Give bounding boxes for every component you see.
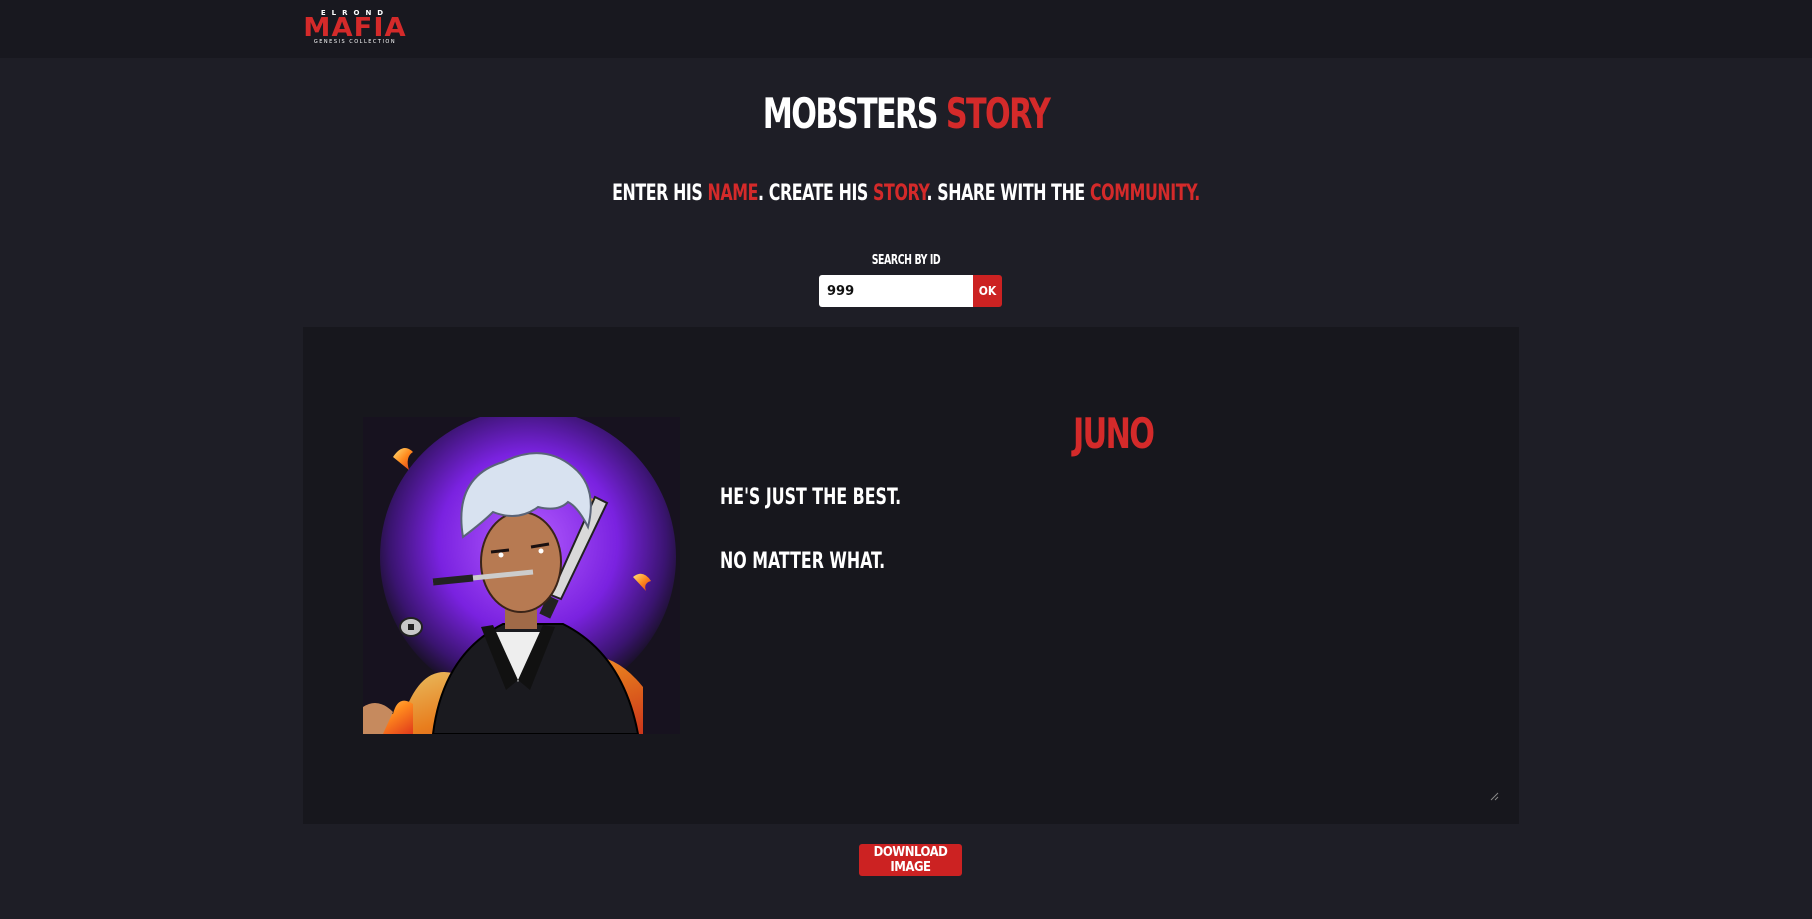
mobster-avatar-image — [363, 417, 680, 734]
story-line-1[interactable]: HE'S JUST THE BEST. — [720, 485, 901, 510]
elrond-mafia-logo[interactable]: ELROND MAFIA GENESIS COLLECTION — [302, 9, 408, 47]
page-subtitle: ENTER HIS NAME. CREATE HIS STORY. SHARE … — [181, 178, 1631, 210]
title-part-2: STORY — [945, 89, 1051, 138]
subtitle-text-3: . SHARE WITH THE — [926, 181, 1090, 206]
top-navbar: ELROND MAFIA GENESIS COLLECTION — [0, 0, 1812, 58]
search-id-input[interactable] — [819, 275, 973, 307]
subtitle-text-2: . CREATE HIS — [758, 181, 874, 206]
logo-bottom-text: GENESIS COLLECTION — [313, 39, 397, 45]
subtitle-story-word: STORY — [873, 181, 927, 206]
title-part-1: MOBSTERS — [762, 89, 939, 138]
search-label: SEARCH BY ID — [871, 253, 941, 268]
mobster-name: JUNO — [1073, 409, 1155, 458]
story-line-2[interactable]: NO MATTER WHAT. — [720, 549, 885, 574]
logo-main-text: MAFIA — [303, 13, 407, 43]
textarea-resize-handle-icon[interactable] — [1489, 791, 1499, 801]
subtitle-community-word: COMMUNITY. — [1089, 181, 1200, 206]
download-image-button[interactable]: DOWNLOAD IMAGE — [859, 844, 962, 876]
subtitle-text-1: ENTER HIS — [612, 181, 708, 206]
ok-button[interactable]: OK — [973, 275, 1002, 307]
story-card: JUNO HE'S JUST THE BEST. NO MATTER WHAT. — [303, 327, 1519, 824]
subtitle-name-word: NAME — [707, 181, 759, 206]
page-title: MOBSTERS STORY — [181, 84, 1631, 144]
